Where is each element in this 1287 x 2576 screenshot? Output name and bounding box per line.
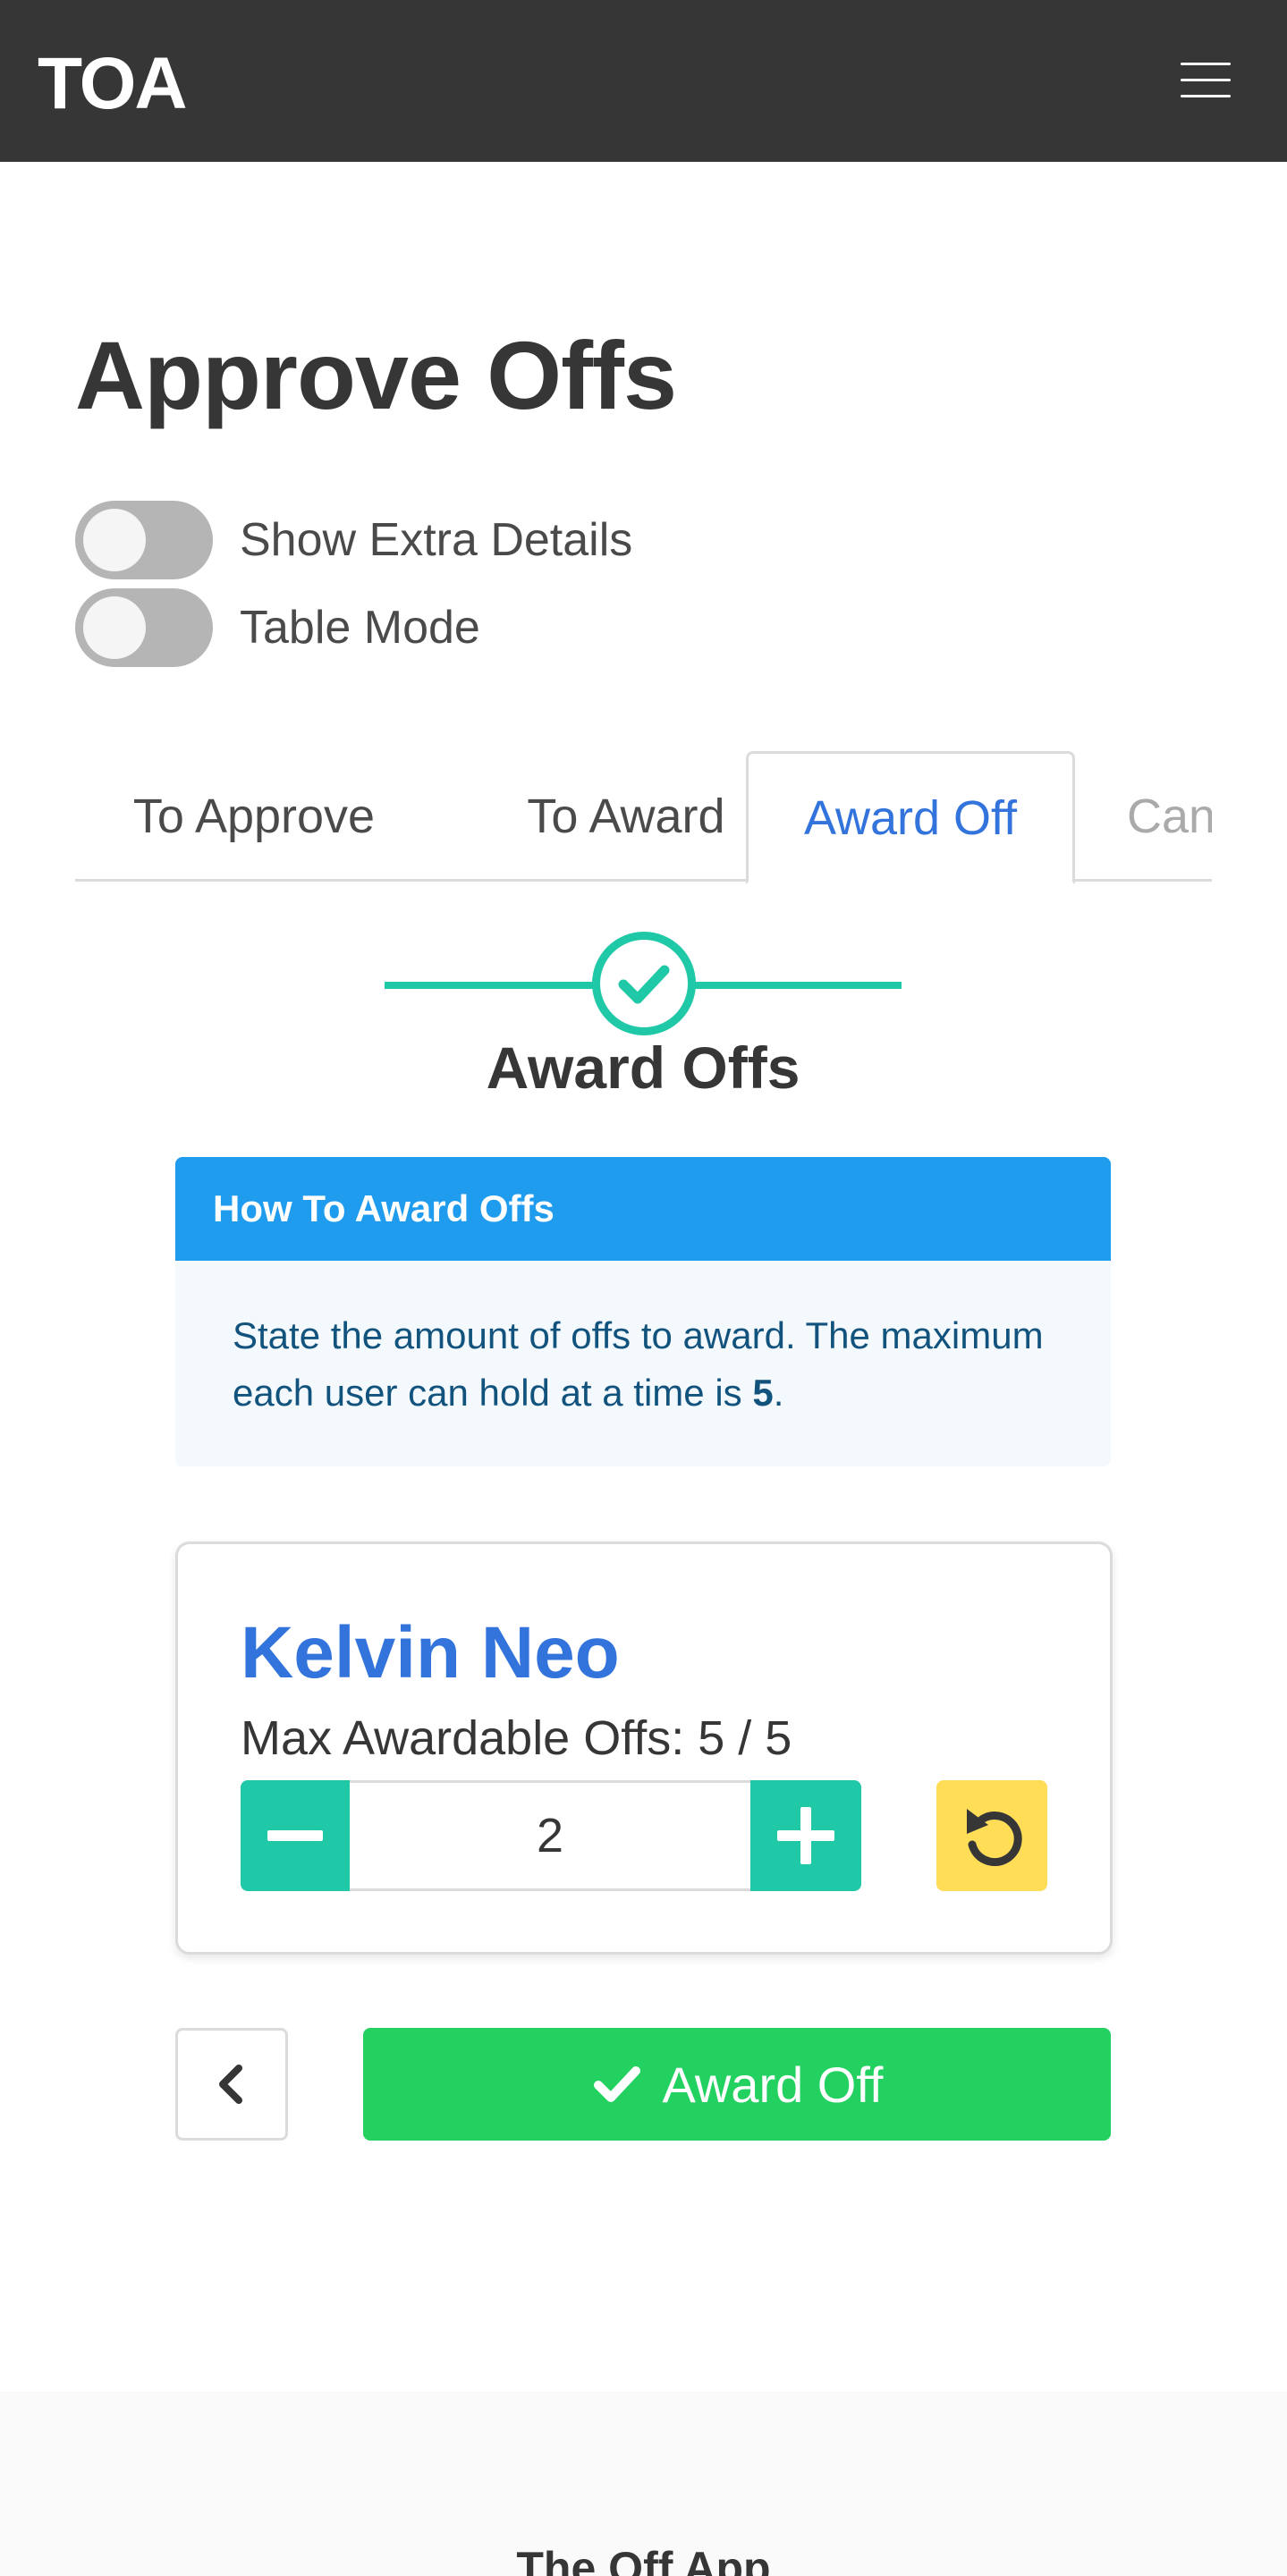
page-title: Approve Offs bbox=[75, 321, 677, 429]
back-button[interactable] bbox=[175, 2028, 288, 2141]
toggle-knob bbox=[83, 509, 146, 571]
increment-button[interactable] bbox=[750, 1780, 861, 1891]
check-icon bbox=[593, 2066, 640, 2102]
hamburger-icon[interactable] bbox=[1181, 61, 1231, 100]
message-text: State the amount of offs to award. The m… bbox=[233, 1314, 1044, 1414]
reset-button[interactable] bbox=[936, 1780, 1047, 1891]
chevron-left-icon bbox=[219, 2065, 242, 2104]
tab-to-approve[interactable]: To Approve bbox=[75, 751, 433, 882]
toggle-label: Show Extra Details bbox=[240, 514, 633, 566]
undo-icon bbox=[967, 1809, 1022, 1867]
message-body: State the amount of offs to award. The m… bbox=[175, 1261, 1111, 1422]
check-icon bbox=[618, 965, 670, 1004]
minus-icon bbox=[267, 1830, 323, 1841]
award-off-button[interactable]: Award Off bbox=[363, 2028, 1111, 2141]
decrement-button[interactable] bbox=[241, 1780, 350, 1891]
toggle-knob bbox=[83, 596, 146, 659]
step-title: Award Offs bbox=[486, 1035, 800, 1101]
award-off-label: Award Off bbox=[662, 2056, 884, 2113]
message-end: . bbox=[773, 1372, 784, 1414]
plus-icon bbox=[777, 1807, 834, 1864]
footer-title: The Off App bbox=[516, 2543, 771, 2576]
message-header: How To Award Offs bbox=[175, 1157, 1111, 1261]
info-message: How To Award Offs State the amount of of… bbox=[175, 1157, 1111, 1466]
toggle-switch[interactable] bbox=[75, 501, 213, 579]
step-marker bbox=[592, 932, 696, 1035]
toggle-table-mode[interactable]: Table Mode bbox=[75, 588, 480, 667]
toggle-switch[interactable] bbox=[75, 588, 213, 667]
max-awardable-offs: Max Awardable Offs: 5 / 5 bbox=[241, 1711, 792, 1765]
brand-logo[interactable]: TOA bbox=[38, 39, 188, 129]
tab-award-off[interactable]: Award Off bbox=[746, 751, 1075, 884]
quantity-input[interactable] bbox=[350, 1780, 750, 1891]
max-value: 5 bbox=[752, 1372, 774, 1414]
toggle-label: Table Mode bbox=[240, 602, 480, 654]
user-name[interactable]: Kelvin Neo bbox=[241, 1609, 620, 1698]
navbar: TOA bbox=[0, 0, 1287, 162]
award-card: Kelvin Neo Max Awardable Offs: 5 / 5 bbox=[175, 1541, 1113, 1955]
toggle-show-extra-details[interactable]: Show Extra Details bbox=[75, 501, 632, 579]
tabs: To Approve To Award Award Off Can bbox=[75, 751, 1212, 884]
tab-cancel[interactable]: Can bbox=[1127, 751, 1212, 882]
footer: The Off App bbox=[0, 2392, 1287, 2576]
